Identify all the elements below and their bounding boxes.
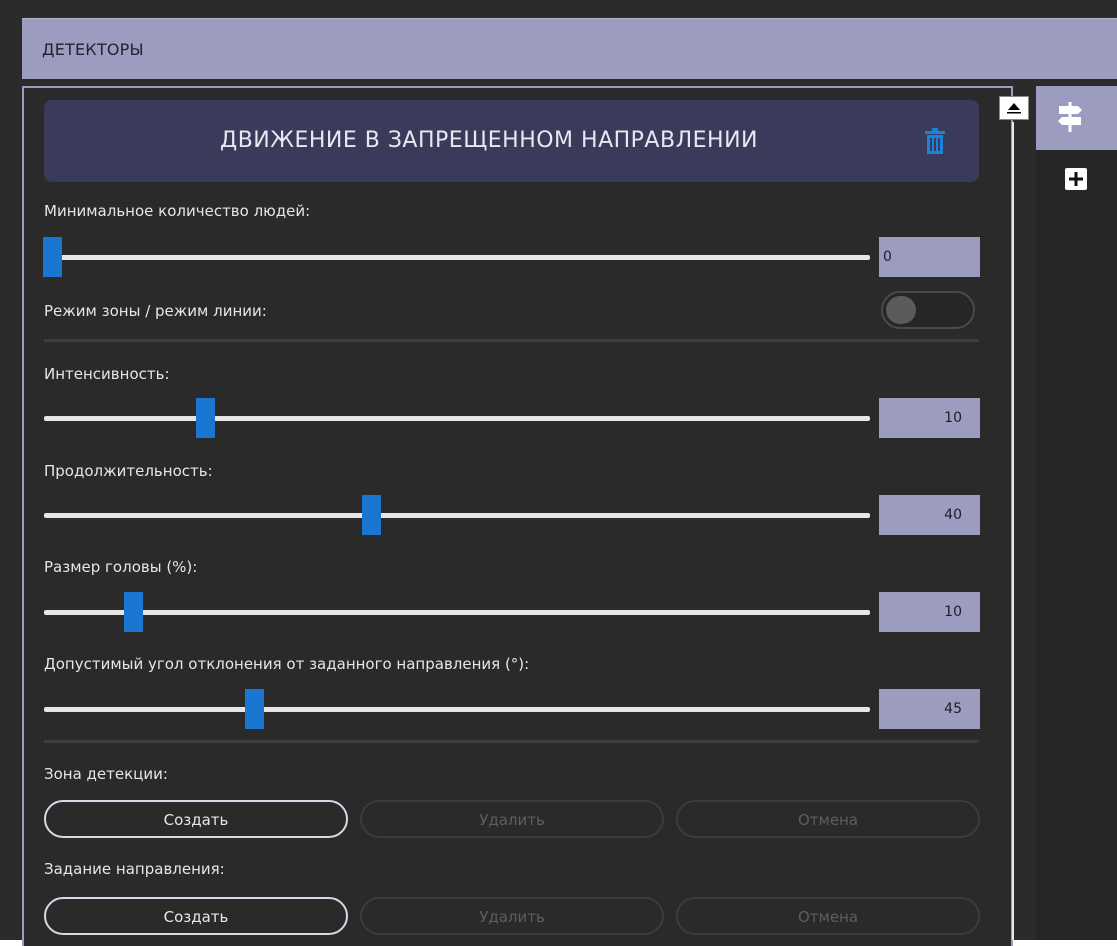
intensity-slider[interactable]	[44, 398, 870, 438]
zone-line-mode-toggle[interactable]	[881, 291, 975, 329]
slider-thumb[interactable]	[196, 398, 216, 438]
duration-value[interactable]: 40	[879, 495, 980, 535]
plus-glyph-icon	[1069, 172, 1083, 186]
detectors-window: ДЕТЕКТОРЫ ДВИЖЕНИЕ В ЗАПРЕЩЕННОМ НАПРАВЛ…	[0, 0, 1117, 946]
min-people-slider[interactable]	[43, 237, 870, 277]
slider-thumb[interactable]	[123, 592, 143, 632]
deviation-angle-value[interactable]: 45	[879, 689, 980, 729]
head-size-value[interactable]: 10	[879, 592, 980, 632]
section-divider	[44, 740, 979, 743]
toggle-knob	[886, 296, 916, 324]
detector-side-panel	[1036, 86, 1117, 940]
intensity-value[interactable]: 10	[879, 398, 980, 438]
scroll-up-button[interactable]	[999, 96, 1029, 120]
deviation-angle-label: Допустимый угол отклонения от заданного …	[44, 655, 530, 673]
zone-create-button[interactable]: Создать	[44, 800, 348, 838]
vertical-scrollbar[interactable]	[999, 94, 1029, 940]
detection-zone-label: Зона детекции:	[44, 765, 168, 783]
slider-track	[44, 255, 870, 260]
slider-thumb[interactable]	[361, 495, 381, 535]
duration-label: Продолжительность:	[44, 462, 213, 480]
zone-line-mode-label: Режим зоны / режим линии:	[44, 302, 267, 320]
slider-track	[44, 610, 870, 615]
head-size-label: Размер головы (%):	[44, 558, 198, 576]
zone-delete-button[interactable]: Удалить	[360, 800, 664, 838]
plus-icon[interactable]	[1065, 168, 1087, 190]
zone-cancel-button[interactable]: Отмена	[676, 800, 980, 838]
slider-thumb[interactable]	[244, 689, 264, 729]
head-size-slider[interactable]	[44, 592, 870, 632]
trash-icon[interactable]	[925, 128, 945, 154]
slider-track	[44, 513, 870, 518]
slider-thumb[interactable]	[43, 237, 62, 277]
detector-title: ДВИЖЕНИЕ В ЗАПРЕЩЕННОМ НАПРАВЛЕНИИ	[220, 128, 758, 153]
deviation-angle-slider[interactable]	[44, 689, 870, 729]
triangle-up-icon	[1007, 103, 1021, 114]
slider-track	[44, 416, 870, 421]
detector-settings: ДВИЖЕНИЕ В ЗАПРЕЩЕННОМ НАПРАВЛЕНИИ Миним…	[0, 0, 1117, 940]
direction-label: Задание направления:	[44, 860, 225, 878]
slider-track	[44, 707, 870, 712]
intensity-label: Интенсивность:	[44, 365, 170, 383]
direction-delete-button[interactable]: Удалить	[360, 897, 664, 935]
min-people-label: Минимальное количество людей:	[44, 202, 311, 220]
direction-create-button[interactable]: Создать	[44, 897, 348, 935]
direction-cancel-button[interactable]: Отмена	[676, 897, 980, 935]
detector-title-bar: ДВИЖЕНИЕ В ЗАПРЕЩЕННОМ НАПРАВЛЕНИИ	[44, 100, 979, 182]
min-people-value[interactable]: 0	[879, 237, 980, 277]
duration-slider[interactable]	[44, 495, 870, 535]
scrollbar-track	[1012, 122, 1014, 940]
signpost-icon	[1058, 102, 1082, 132]
section-divider	[44, 339, 979, 342]
